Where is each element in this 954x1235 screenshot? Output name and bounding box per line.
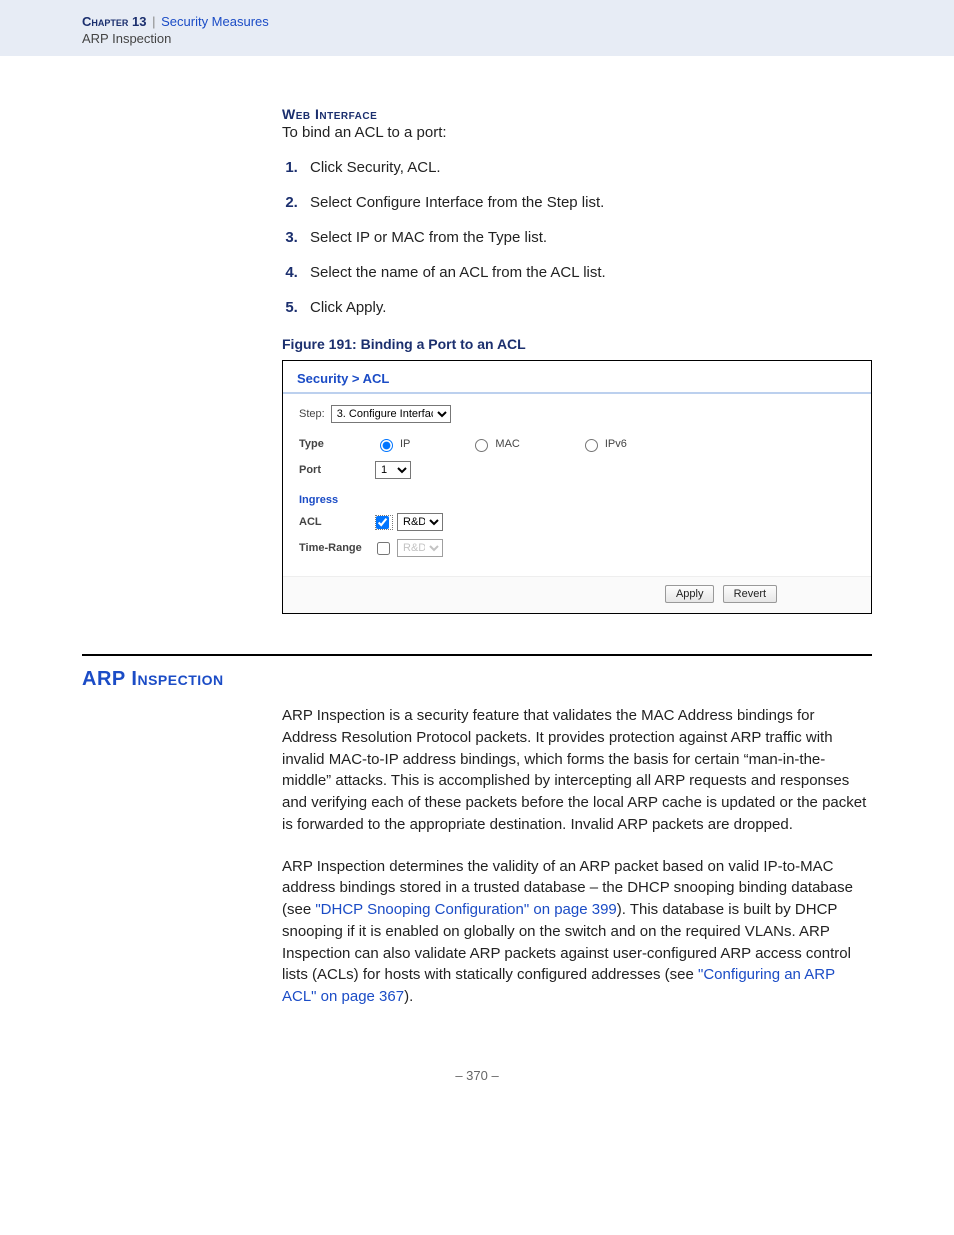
step-select[interactable]: 3. Configure Interface bbox=[331, 405, 451, 423]
port-select[interactable]: 1 bbox=[375, 461, 411, 479]
arp-para-2c: ). bbox=[404, 988, 413, 1005]
type-mac-label: MAC bbox=[495, 438, 519, 450]
figure-caption: Figure 191: Binding a Port to an ACL bbox=[282, 336, 872, 352]
header-separator: | bbox=[150, 14, 157, 29]
arp-para-2: ARP Inspection determines the validity o… bbox=[282, 856, 872, 1008]
ingress-heading: Ingress bbox=[299, 494, 855, 506]
chapter-title: Security Measures bbox=[161, 14, 269, 29]
chapter-label: Chapter 13 bbox=[82, 14, 146, 29]
section-divider bbox=[82, 654, 872, 656]
acl-checkbox[interactable] bbox=[376, 516, 389, 529]
arp-para-1: ARP Inspection is a security feature tha… bbox=[282, 705, 872, 836]
type-ipv6-label: IPv6 bbox=[605, 438, 627, 450]
arp-inspection-title: ARP Inspection bbox=[82, 668, 872, 691]
section-sub: ARP Inspection bbox=[82, 31, 954, 46]
port-label: Port bbox=[299, 464, 375, 476]
time-range-select[interactable]: R&D bbox=[397, 539, 443, 557]
step-3: Select IP or MAC from the Type list. bbox=[302, 229, 872, 246]
type-ip-label: IP bbox=[400, 438, 410, 450]
step-label: Step: bbox=[299, 408, 325, 420]
type-ip-radio[interactable] bbox=[380, 439, 393, 452]
type-ipv6-radio[interactable] bbox=[585, 439, 598, 452]
step-5: Click Apply. bbox=[302, 299, 872, 316]
apply-button[interactable]: Apply bbox=[665, 585, 715, 603]
time-range-label: Time-Range bbox=[299, 542, 375, 554]
figure-screenshot: Security > ACL Step: 3. Configure Interf… bbox=[282, 360, 872, 614]
revert-button[interactable]: Revert bbox=[723, 585, 777, 603]
step-2: Select Configure Interface from the Step… bbox=[302, 194, 872, 211]
intro-text: To bind an ACL to a port: bbox=[282, 124, 872, 141]
step-list: Click Security, ACL. Select Configure In… bbox=[282, 159, 872, 316]
page-number: – 370 – bbox=[82, 1068, 872, 1083]
acl-select[interactable]: R&D bbox=[397, 513, 443, 531]
step-4: Select the name of an ACL from the ACL l… bbox=[302, 264, 872, 281]
breadcrumb: Security > ACL bbox=[283, 361, 871, 394]
type-mac-radio[interactable] bbox=[475, 439, 488, 452]
web-interface-heading: Web Interface bbox=[282, 106, 872, 122]
time-range-checkbox[interactable] bbox=[377, 542, 390, 555]
step-1: Click Security, ACL. bbox=[302, 159, 872, 176]
dhcp-snooping-link[interactable]: "DHCP Snooping Configuration" on page 39… bbox=[315, 901, 616, 918]
acl-label: ACL bbox=[299, 516, 375, 528]
page-header: Chapter 13 | Security Measures ARP Inspe… bbox=[0, 0, 954, 56]
type-label: Type bbox=[299, 438, 375, 450]
